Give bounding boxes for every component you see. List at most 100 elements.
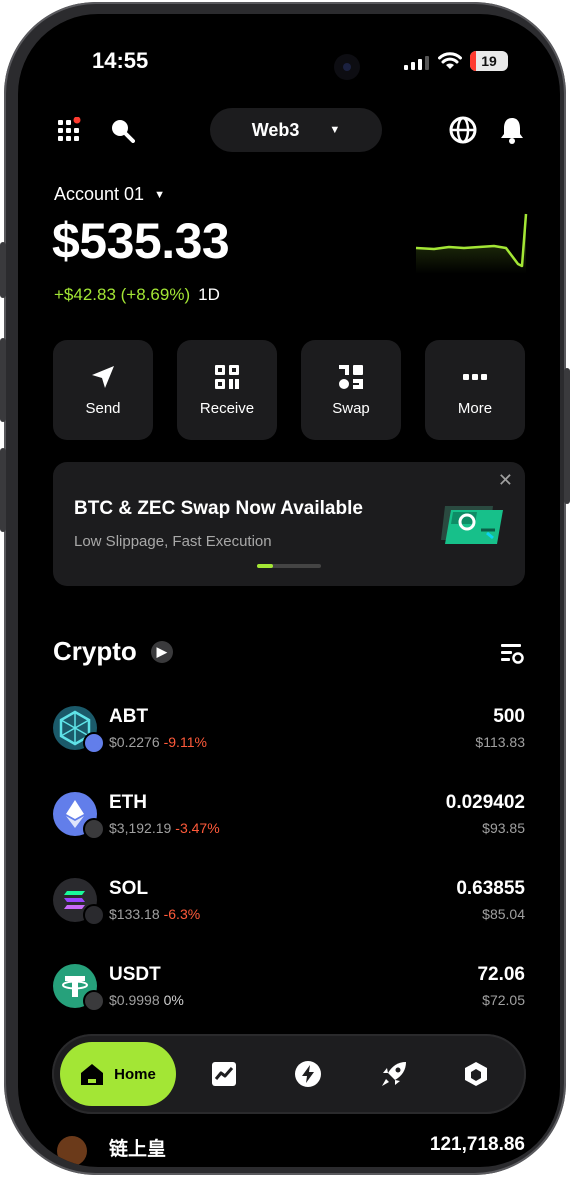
send-label: Send [85,399,121,417]
more-button[interactable]: More [425,340,525,440]
more-icon [463,373,487,380]
send-icon [92,365,114,388]
price-value: $0.2276 [109,734,160,750]
coin-price: $0.9998 0% [109,992,184,1008]
nav-market[interactable] [208,1058,240,1090]
chevron-down-icon: ▼ [329,124,341,136]
account-selector[interactable]: Account 01 ▼ [54,184,165,205]
price-change: -9.11% [163,734,207,750]
coin-value: $85.04 [482,906,525,922]
solana-chain-icon [83,904,105,926]
banner-pagination-active [257,564,273,568]
battery-level [470,51,476,71]
swap-promo-illustration [441,506,503,544]
status-time: 14:55 [92,48,149,73]
balance-sparkline[interactable] [414,210,530,274]
quick-actions: Send Receive Swap More [53,340,525,440]
coin-amount: 500 [493,706,525,727]
coin-amount: 72.06 [477,964,525,985]
volume-up-button [0,338,6,422]
crypto-section-header[interactable]: Crypto ▶ [53,636,173,667]
app-screen: 14:55 19 Web3 ▼ Account 01 ▼ $535.33 +$4… [18,14,560,1167]
coin-amount: 0.029402 [445,792,525,813]
swap-button[interactable]: Swap [301,340,401,440]
nav-assets[interactable] [460,1058,492,1090]
coin-amount: 0.63855 [456,878,525,899]
coin-value: $72.05 [482,992,525,1008]
banner-pagination [257,564,321,568]
globe-chain-icon [83,990,105,1012]
chevron-right-icon: ▶ [150,640,173,663]
chevron-down-icon: ▼ [154,188,165,201]
coin-price: $3,192.19 -3.47% [109,820,220,836]
cube-icon [465,1062,487,1086]
search-icon[interactable] [108,116,136,144]
qr-icon [215,364,239,389]
price-change: -6.3% [163,906,201,922]
change-period: 1D [198,285,220,304]
dynamic-island [334,54,360,80]
more-label: More [457,399,493,417]
account-name: Account 01 [54,184,145,204]
coin-price: $0.2276 -9.11% [109,734,207,750]
price-value: $0.9998 [109,992,160,1008]
close-icon[interactable]: ✕ [498,470,513,491]
bottom-navigation: Home [52,1034,526,1114]
battery-indicator: 19 [470,51,508,71]
coin-symbol: 链上皇 [109,1139,167,1160]
wifi-icon [438,52,462,69]
total-balance: $535.33 [52,213,230,269]
token-avatar [57,1136,87,1166]
home-icon [81,1064,104,1085]
balance-change: +$42.83 (+8.69%) 1D [54,285,220,305]
power-button [564,368,570,504]
filter-settings-icon[interactable] [500,642,524,666]
price-value: $3,192.19 [109,820,172,836]
action-button [0,242,6,298]
nav-launch[interactable] [378,1058,410,1090]
rocket-icon [382,1062,406,1086]
coin-symbol: USDT [109,964,161,985]
promo-banner[interactable]: BTC & ZEC Swap Now Available Low Slippag… [53,462,525,586]
price-change: 0% [163,992,184,1008]
ethereum-chain-icon [83,732,105,754]
banner-title: BTC & ZEC Swap Now Available [74,498,363,519]
battery-percent: 19 [481,53,497,69]
coin-symbol: ETH [109,792,147,813]
network-selector[interactable]: Web3 ▼ [210,108,382,152]
phone-frame: 14:55 19 Web3 ▼ Account 01 ▼ $535.33 +$4… [0,2,570,1175]
list-item[interactable]: ABT $0.2276 -9.11% 500 $113.83 [53,704,525,790]
network-label: Web3 [251,119,300,140]
receive-button[interactable]: Receive [177,340,277,440]
volume-down-button [0,448,6,532]
banner-subtitle: Low Slippage, Fast Execution [74,533,272,550]
send-button[interactable]: Send [53,340,153,440]
change-amount: +$42.83 (+8.69%) [54,285,191,304]
coin-amount: 121,718.86 [429,1134,525,1155]
nav-home-label: Home [114,1065,156,1083]
coin-value: $113.83 [475,734,525,750]
swap-label: Swap [332,399,370,417]
coin-price: $133.18 -6.3% [109,906,200,922]
nav-home[interactable]: Home [60,1042,176,1106]
nav-discover[interactable] [292,1058,324,1090]
price-change: -3.47% [175,820,220,836]
globe-icon[interactable] [448,115,478,145]
bell-icon[interactable] [498,115,526,145]
chart-icon [212,1062,236,1086]
cellular-signal-icon [404,56,429,70]
list-item[interactable]: 链上皇 121,718.86 [53,1134,525,1167]
crypto-list: ABT $0.2276 -9.11% 500 $113.83 ETH $3,192… [53,704,525,1048]
globe-chain-icon [83,818,105,840]
list-item[interactable]: SOL $133.18 -6.3% 0.63855 $85.04 [53,876,525,962]
lightning-icon [295,1061,321,1087]
section-title: Crypto [53,636,137,666]
apps-grid-icon[interactable] [56,116,82,142]
price-value: $133.18 [109,906,160,922]
list-item[interactable]: ETH $3,192.19 -3.47% 0.029402 $93.85 [53,790,525,876]
coin-symbol: SOL [109,878,149,899]
receive-label: Receive [199,399,255,417]
coin-symbol: ABT [109,706,149,727]
coin-value: $93.85 [482,820,525,836]
swap-icon [339,364,363,389]
